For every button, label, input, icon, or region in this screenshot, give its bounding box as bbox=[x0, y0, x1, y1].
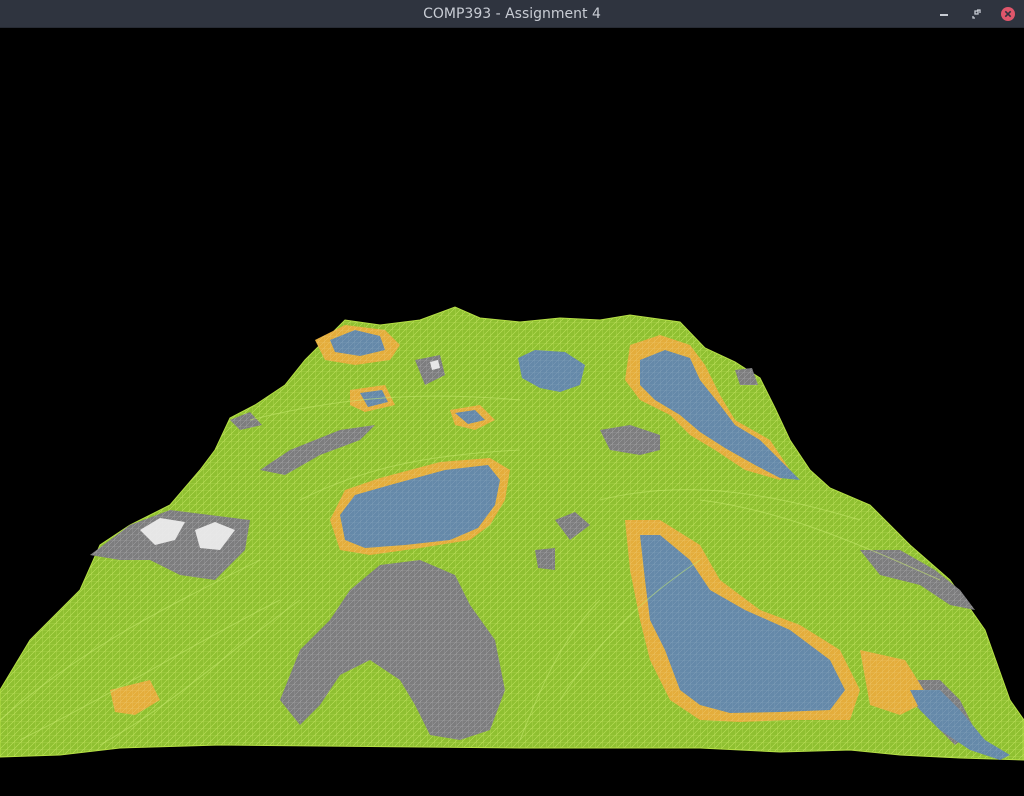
close-button[interactable] bbox=[998, 4, 1018, 24]
minimize-button[interactable] bbox=[934, 4, 954, 24]
render-viewport[interactable] bbox=[0, 28, 1024, 796]
minimize-icon bbox=[940, 14, 948, 16]
close-icon bbox=[1001, 7, 1015, 21]
terrain-scene bbox=[0, 306, 1024, 761]
title-bar[interactable]: COMP393 - Assignment 4 bbox=[0, 0, 1024, 28]
app-window: COMP393 - Assignment 4 bbox=[0, 0, 1024, 796]
window-title: COMP393 - Assignment 4 bbox=[423, 6, 601, 22]
maximize-icon bbox=[972, 9, 981, 19]
maximize-button[interactable] bbox=[966, 4, 986, 24]
